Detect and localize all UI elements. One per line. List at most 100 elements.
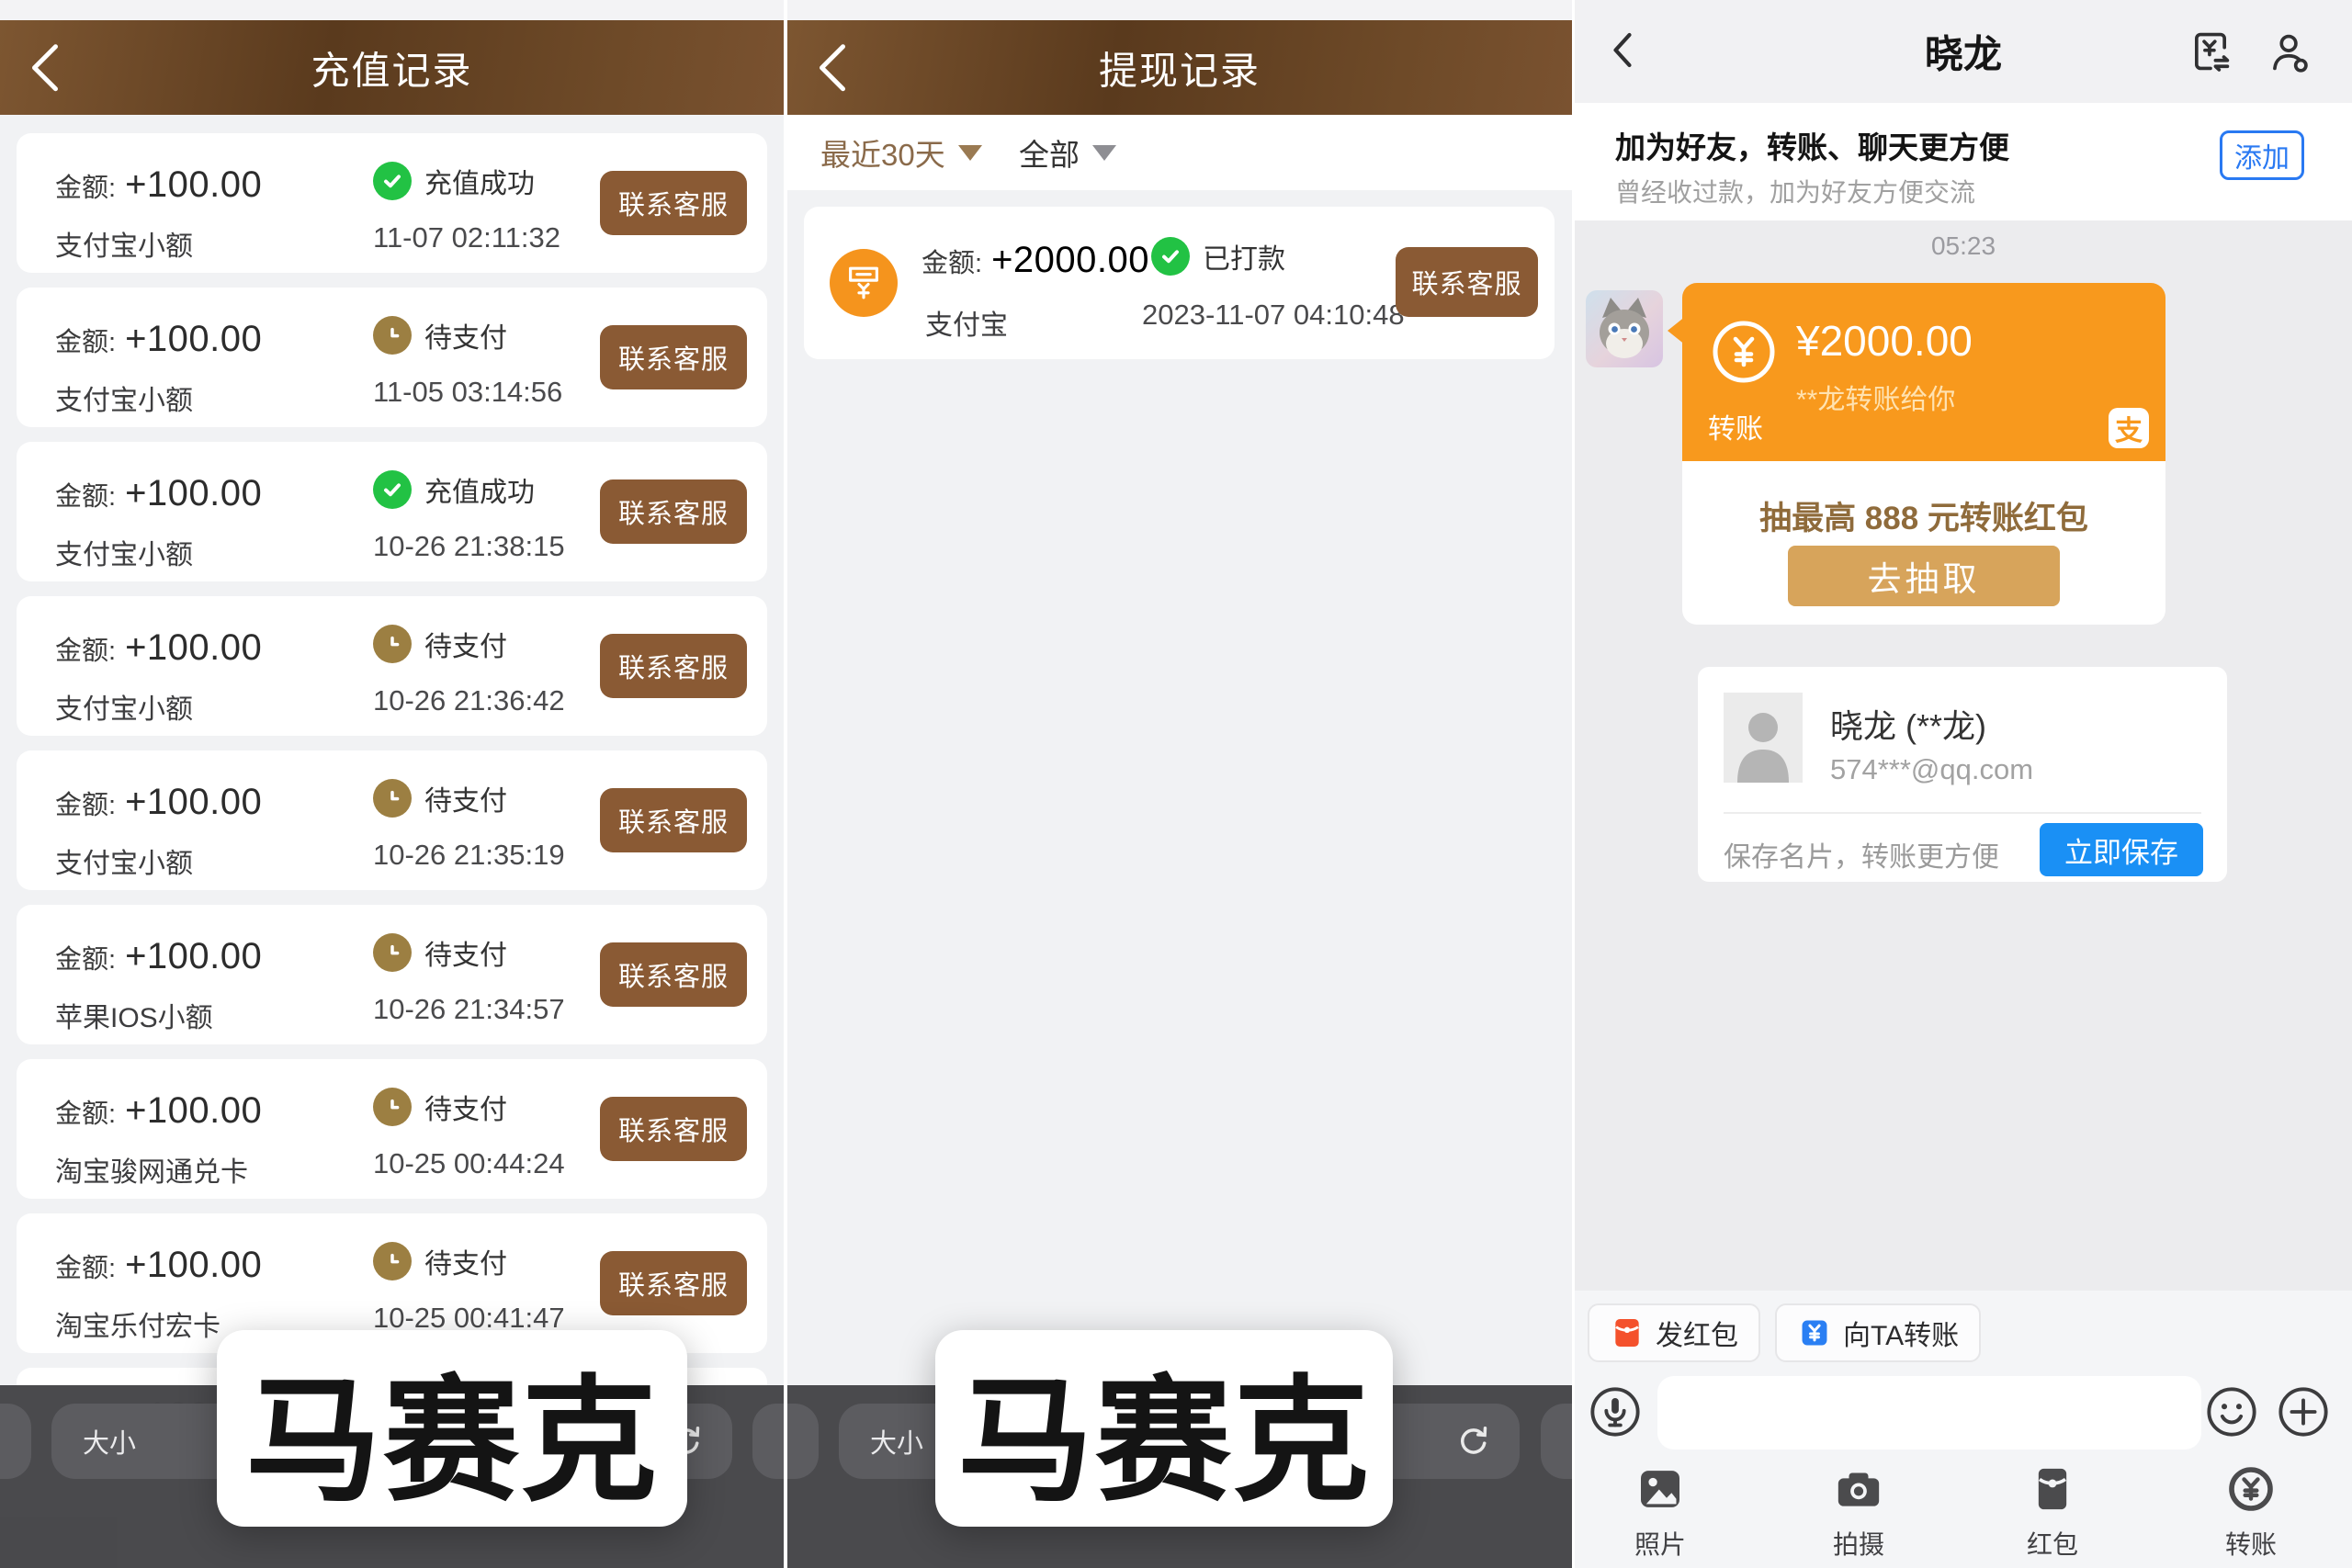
contact-email: 574***@qq.com xyxy=(1830,753,2033,786)
record-method: 苹果IOS小额 xyxy=(55,995,213,1035)
send-red-packet-chip[interactable]: 发红包 xyxy=(1588,1303,1760,1362)
transfer-message-bubble[interactable]: ¥2000.00 **龙转账给你 转账 支 抽最高 888 元转账红包 去抽取 xyxy=(1682,283,2165,625)
status-strip xyxy=(0,0,784,20)
recharge-record-row: 金额:+100.00 支付宝小额 待支付 10-26 21:36:42 联系客服 xyxy=(17,596,767,736)
chat-input-panel: 发红包 向TA转账 照片 xyxy=(1575,1291,2352,1568)
banner-title: 加为好友，转账、聊天更方便 xyxy=(1615,123,2009,167)
success-icon xyxy=(1151,237,1190,276)
screenshot-canvas: 充值记录 金额:+100.00 支付宝小额 充值成功 11-07 02:11:3… xyxy=(0,0,2352,1568)
record-amount: 金额:+100.00 xyxy=(55,319,262,360)
transfer-to-ta-chip[interactable]: 向TA转账 xyxy=(1775,1303,1981,1362)
adjacent-tab-fragment xyxy=(1541,1404,1572,1479)
emoji-icon[interactable] xyxy=(2205,1385,2258,1438)
camera-icon xyxy=(1833,1463,1884,1515)
record-status: 已打款 xyxy=(1203,236,1285,276)
pending-clock-icon xyxy=(373,1088,412,1126)
contact-support-button[interactable]: 联系客服 xyxy=(600,942,747,1007)
date-range-filter[interactable]: 最近30天 xyxy=(820,130,982,175)
contact-support-button[interactable]: 联系客服 xyxy=(600,171,747,235)
filter-bar: 最近30天 全部 xyxy=(787,115,1572,190)
transfer-ring-icon xyxy=(1708,316,1780,388)
contact-support-button[interactable]: 联系客服 xyxy=(600,325,747,389)
record-method: 支付宝 xyxy=(925,302,1008,343)
mosaic-overlay: 马赛克 xyxy=(935,1330,1393,1527)
mosaic-overlay: 马赛克 xyxy=(217,1330,687,1527)
record-method: 支付宝小额 xyxy=(55,532,193,572)
toolbar-red-packet[interactable]: 红包 xyxy=(1997,1463,2108,1562)
contact-support-button[interactable]: 联系客服 xyxy=(600,788,747,852)
pending-clock-icon xyxy=(373,316,412,355)
recharge-record-row: 金额:+100.00 支付宝小额 待支付 10-26 21:35:19 联系客服 xyxy=(17,750,767,890)
adjacent-tab-fragment xyxy=(0,1404,31,1479)
voice-input-icon[interactable] xyxy=(1589,1385,1642,1438)
record-time: 10-25 00:44:24 xyxy=(373,1147,565,1180)
recharge-record-row: 金额:+100.00 苹果IOS小额 待支付 10-26 21:34:57 联系… xyxy=(17,905,767,1044)
message-timestamp: 05:23 xyxy=(1575,231,2352,261)
yuan-transfer-icon xyxy=(1797,1315,1832,1350)
text-size-button[interactable]: 大小 xyxy=(83,1422,136,1461)
reload-icon[interactable] xyxy=(1453,1421,1494,1461)
toolbar-photos[interactable]: 照片 xyxy=(1605,1463,1715,1562)
record-method: 淘宝骏网通兑卡 xyxy=(55,1149,248,1190)
record-status: 待支付 xyxy=(424,624,507,664)
record-status: 充值成功 xyxy=(424,469,535,510)
record-status: 待支付 xyxy=(424,315,507,355)
recharge-record-row: 金额:+100.00 支付宝小额 充值成功 10-26 21:38:15 联系客… xyxy=(17,442,767,581)
success-icon xyxy=(373,470,412,509)
record-status: 待支付 xyxy=(424,932,507,973)
chevron-down-icon xyxy=(1092,145,1116,161)
record-method: 支付宝小额 xyxy=(55,378,193,418)
record-amount: 金额:+100.00 xyxy=(55,936,262,977)
divider xyxy=(1724,812,2201,814)
record-amount: 金额:+100.00 xyxy=(55,1245,262,1286)
recharge-record-row: 金额:+100.00 支付宝小额 待支付 11-05 03:14:56 联系客服 xyxy=(17,288,767,427)
contact-support-button[interactable]: 联系客服 xyxy=(600,1097,747,1161)
recharge-record-row: 金额:+100.00 支付宝小额 充值成功 11-07 02:11:32 联系客… xyxy=(17,133,767,273)
type-filter[interactable]: 全部 xyxy=(1019,130,1116,175)
transaction-record-icon[interactable] xyxy=(2187,28,2234,75)
recharge-header: 充值记录 xyxy=(0,20,784,115)
red-packet-promo-text: 抽最高 888 元转账红包 xyxy=(1682,492,2165,539)
banner-subtitle: 曾经收过款，加为好友方便交流 xyxy=(1615,173,1975,209)
contact-support-button[interactable]: 联系客服 xyxy=(600,1251,747,1315)
red-envelope-icon xyxy=(1610,1315,1645,1350)
save-card-hint: 保存名片，转账更方便 xyxy=(1724,834,1999,874)
contact-support-button[interactable]: 联系客服 xyxy=(600,634,747,698)
withdraw-record-row: 金额:+2000.00 支付宝 已打款 2023-11-07 04:10:48 … xyxy=(804,207,1555,359)
alipay-logo: 支 xyxy=(2109,408,2149,448)
message-input[interactable] xyxy=(1657,1376,2201,1450)
page-title: 充值记录 xyxy=(0,39,784,96)
success-icon xyxy=(373,162,412,200)
adjacent-tab-fragment xyxy=(752,1404,784,1479)
contact-support-button[interactable]: 联系客服 xyxy=(600,479,747,544)
record-time: 10-26 21:38:15 xyxy=(373,530,565,563)
more-actions-icon[interactable] xyxy=(2277,1385,2330,1438)
recharge-record-row: 金额:+100.00 淘宝骏网通兑卡 待支付 10-25 00:44:24 联系… xyxy=(17,1059,767,1199)
record-time: 10-26 21:35:19 xyxy=(373,839,565,872)
cat-avatar[interactable] xyxy=(1586,290,1663,367)
withdraw-header: 提现记录 xyxy=(787,20,1572,115)
record-time: 2023-11-07 04:10:48 xyxy=(1142,299,1405,332)
contact-support-button[interactable]: 联系客服 xyxy=(1396,247,1538,317)
pending-clock-icon xyxy=(373,933,412,972)
toolbar-transfer[interactable]: 转账 xyxy=(2196,1463,2306,1562)
record-method: 淘宝乐付宏卡 xyxy=(55,1303,220,1344)
text-size-button[interactable]: 大小 xyxy=(870,1422,923,1461)
add-friend-banner: 加为好友，转账、聊天更方便 曾经收过款，加为好友方便交流 添加 xyxy=(1575,103,2352,220)
chat-title: 晓龙 xyxy=(1575,24,2352,80)
adjacent-tab-fragment xyxy=(787,1404,819,1479)
record-amount: 金额:+2000.00 xyxy=(922,240,1149,281)
contact-profile-icon[interactable] xyxy=(2264,28,2312,75)
record-method: 支付宝小额 xyxy=(55,223,193,264)
record-time: 11-05 03:14:56 xyxy=(373,376,562,409)
save-now-button[interactable]: 立即保存 xyxy=(2040,823,2203,876)
withdraw-method-icon xyxy=(830,249,898,317)
add-friend-button[interactable]: 添加 xyxy=(2220,130,2304,180)
draw-red-packet-button[interactable]: 去抽取 xyxy=(1788,546,2060,606)
record-amount: 金额:+100.00 xyxy=(55,782,262,823)
record-amount: 金额:+100.00 xyxy=(55,164,262,206)
toolbar-camera[interactable]: 拍摄 xyxy=(1804,1463,1914,1562)
record-status: 待支付 xyxy=(424,1087,507,1127)
record-status: 待支付 xyxy=(424,1241,507,1281)
transfer-note: **龙转账给你 xyxy=(1796,377,1955,417)
